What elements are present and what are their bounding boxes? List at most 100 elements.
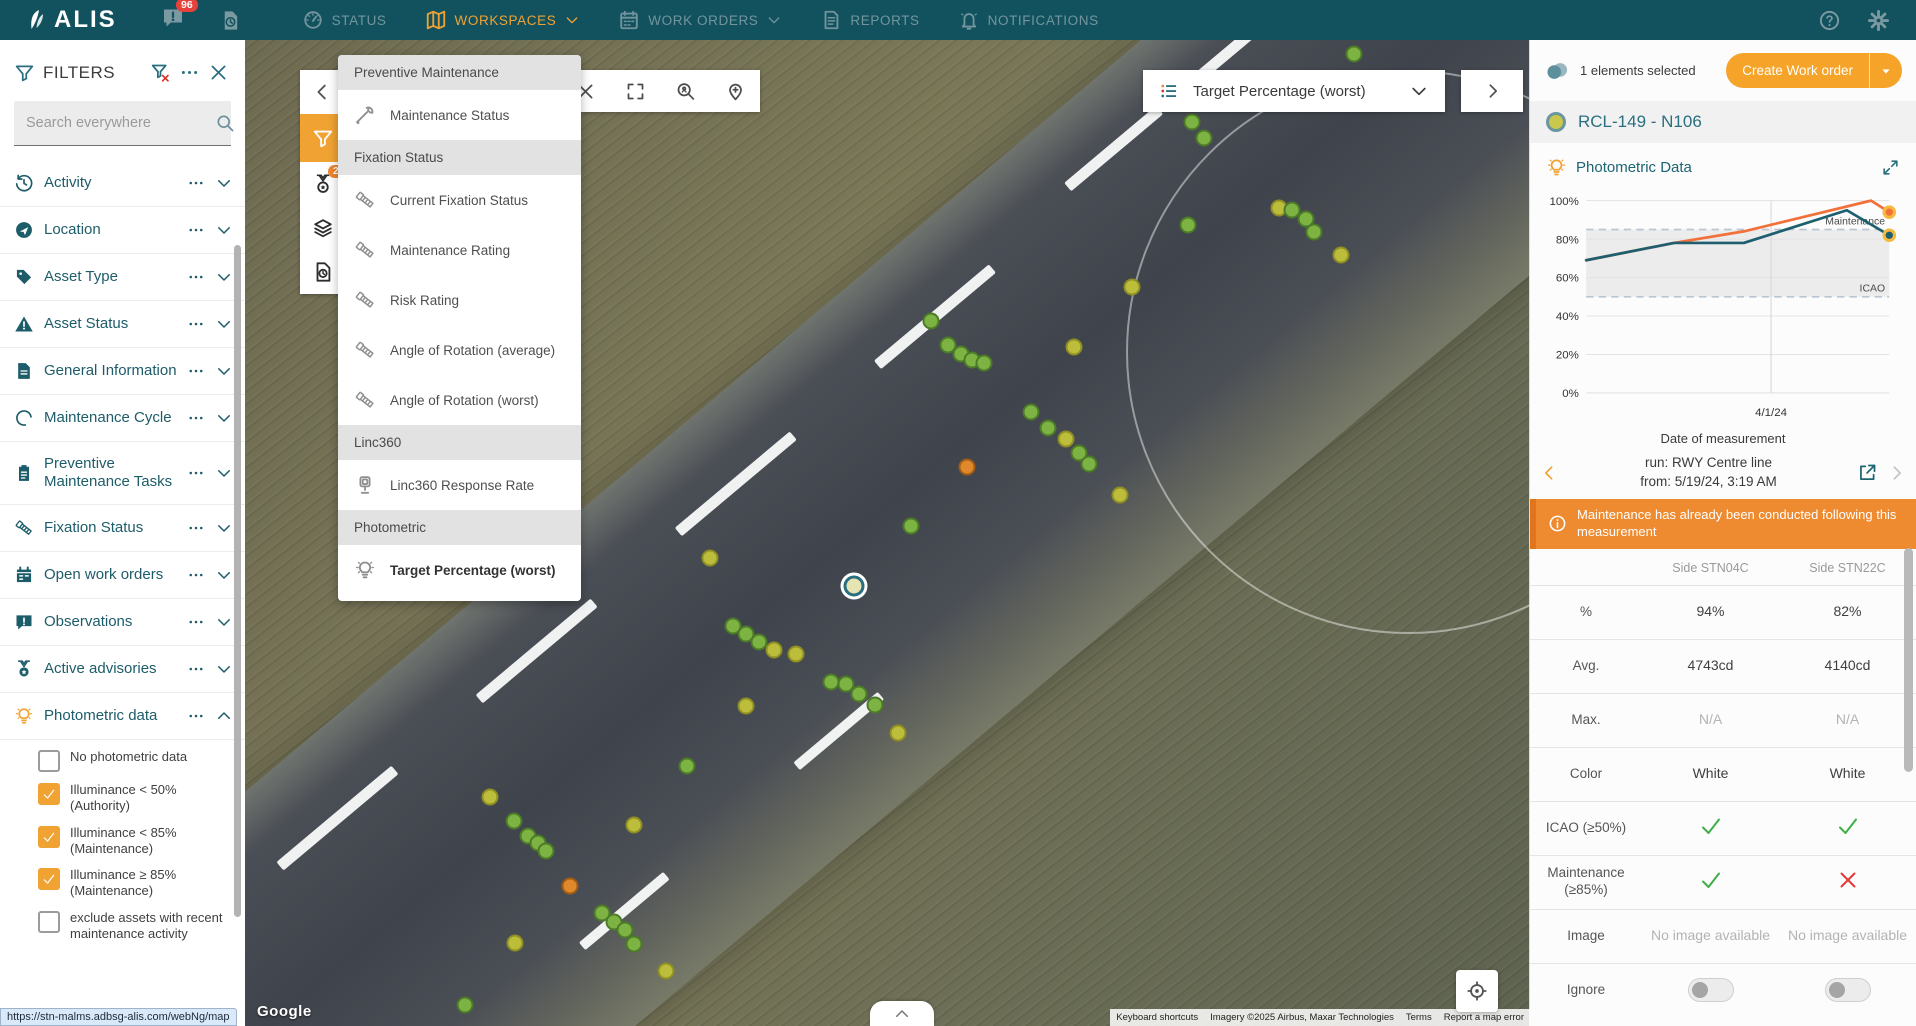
asset-dot-green[interactable] xyxy=(626,936,643,953)
dropdown-item-linc360-response-rate[interactable]: Linc360 Response Rate xyxy=(338,460,581,510)
asset-dot-olive[interactable] xyxy=(889,725,906,742)
map-mode-selector[interactable]: Target Percentage (worst) xyxy=(1143,70,1445,112)
asset-dot-olive[interactable] xyxy=(1123,278,1140,295)
asset-dot-green[interactable] xyxy=(1184,113,1201,130)
dropdown-item-maintenance-rating[interactable]: Maintenance Rating xyxy=(338,225,581,275)
map-canvas[interactable]: 2 Preventive MaintenanceMaintenance Stat… xyxy=(245,40,1530,1026)
asset-dot-green[interactable] xyxy=(537,843,554,860)
scheduled-report-icon[interactable] xyxy=(219,9,242,32)
help-icon[interactable] xyxy=(1818,9,1841,32)
ellipsis-icon[interactable] xyxy=(187,315,205,333)
checkbox[interactable] xyxy=(38,750,60,772)
checkbox[interactable] xyxy=(38,911,60,933)
attribution-terms[interactable]: Terms xyxy=(1400,1009,1438,1026)
attribution-keyboard-shortcuts[interactable]: Keyboard shortcuts xyxy=(1110,1009,1204,1026)
filter-option-no-photometric-data[interactable]: No photometric data xyxy=(38,744,235,777)
nav-item-workspaces[interactable]: WORKSPACES xyxy=(425,9,581,31)
dropdown-item-current-fixation-status[interactable]: Current Fixation Status xyxy=(338,175,581,225)
create-work-order-button[interactable]: Create Work order xyxy=(1726,53,1902,88)
asset-dot-green[interactable] xyxy=(1195,129,1212,146)
asset-dot-green[interactable] xyxy=(975,355,992,372)
asset-dot-green[interactable] xyxy=(866,696,883,713)
asset-dot-olive[interactable] xyxy=(1065,338,1082,355)
clear-filters-icon[interactable] xyxy=(150,62,171,83)
asset-dot-orange[interactable] xyxy=(959,458,976,475)
nav-item-work-orders[interactable]: WORK ORDERS xyxy=(618,9,782,31)
asset-dot-green[interactable] xyxy=(1345,45,1362,62)
filters-menu-icon[interactable] xyxy=(179,62,200,83)
ellipsis-icon[interactable] xyxy=(187,707,205,725)
create-work-order-caret[interactable] xyxy=(1870,53,1902,88)
asset-dot-green[interactable] xyxy=(1081,455,1098,472)
asset-dot-green[interactable] xyxy=(1180,217,1197,234)
filter-group-photometric-data[interactable]: Photometric data xyxy=(0,693,245,740)
filter-group-activity[interactable]: Activity xyxy=(0,160,245,207)
asset-dot-olive[interactable] xyxy=(702,549,719,566)
ignore-toggle[interactable] xyxy=(1688,978,1734,1002)
filter-group-fixation-status[interactable]: Fixation Status xyxy=(0,505,245,552)
chev-down-icon[interactable] xyxy=(215,268,233,286)
selected-asset-row[interactable]: RCL-149 - N106 xyxy=(1530,101,1916,143)
bottom-drawer-handle[interactable] xyxy=(870,1001,934,1026)
chev-down-icon[interactable] xyxy=(215,519,233,537)
asset-dot-olive[interactable] xyxy=(766,642,783,659)
filter-group-preventive-maintenance-tasks[interactable]: Preventive Maintenance Tasks xyxy=(0,442,245,505)
open-measurement-icon[interactable] xyxy=(1857,462,1878,483)
asset-dot-olive[interactable] xyxy=(788,646,805,663)
filter-group-maintenance-cycle[interactable]: Maintenance Cycle xyxy=(0,395,245,442)
asset-dot-olive[interactable] xyxy=(738,697,755,714)
asset-dot-olive[interactable] xyxy=(626,816,643,833)
ignore-toggle[interactable] xyxy=(1825,978,1871,1002)
asset-dot-olive[interactable] xyxy=(482,789,499,806)
asset-dot-green[interactable] xyxy=(1306,224,1323,241)
asset-dot-green[interactable] xyxy=(1023,403,1040,420)
asset-dot-olive[interactable] xyxy=(506,935,523,952)
asset-dot-green[interactable] xyxy=(679,757,696,774)
asset-dot-green[interactable] xyxy=(822,673,839,690)
my-location-button[interactable] xyxy=(1456,970,1498,1012)
asset-dot-olive[interactable] xyxy=(1058,431,1075,448)
chev-down-icon[interactable] xyxy=(215,315,233,333)
filter-group-general-information[interactable]: General Information xyxy=(0,348,245,395)
search-location-icon[interactable] xyxy=(675,81,696,102)
checkbox[interactable] xyxy=(38,826,60,848)
attribution-imagery-2025-airbus-maxar-technologies[interactable]: Imagery ©2025 Airbus, Maxar Technologies xyxy=(1204,1009,1400,1026)
ellipsis-icon[interactable] xyxy=(187,519,205,537)
asset-dot-orange[interactable] xyxy=(562,877,579,894)
asset-dot-green[interactable] xyxy=(902,518,919,535)
create-work-order-label[interactable]: Create Work order xyxy=(1726,53,1870,88)
chev-down-icon[interactable] xyxy=(215,409,233,427)
search-icon[interactable] xyxy=(215,113,235,133)
ellipsis-icon[interactable] xyxy=(187,409,205,427)
filter-group-open-work-orders[interactable]: Open work orders xyxy=(0,552,245,599)
dropdown-item-angle-of-rotation-average[interactable]: Angle of Rotation (average) xyxy=(338,325,581,375)
filter-option-exclude-assets-with-recent-maintenance-activity[interactable]: exclude assets with recent maintenance a… xyxy=(38,905,235,948)
ellipsis-icon[interactable] xyxy=(187,362,205,380)
ellipsis-icon[interactable] xyxy=(187,566,205,584)
nav-item-notifications[interactable]: NOTIFICATIONS xyxy=(958,9,1099,31)
checkbox[interactable] xyxy=(38,868,60,890)
close-filters-icon[interactable] xyxy=(208,62,229,83)
ellipsis-icon[interactable] xyxy=(187,221,205,239)
ellipsis-icon[interactable] xyxy=(187,174,205,192)
expand-icon[interactable] xyxy=(1881,158,1900,177)
next-measurement-icon[interactable] xyxy=(1886,463,1906,483)
filters-scrollbar[interactable] xyxy=(234,245,241,917)
chev-down-icon[interactable] xyxy=(215,613,233,631)
search-input[interactable] xyxy=(24,114,215,132)
asset-dot-olive[interactable] xyxy=(658,962,675,979)
filter-option-illuminance-85-maintenance[interactable]: Illuminance ≥ 85% (Maintenance) xyxy=(38,862,235,905)
fullscreen-icon[interactable] xyxy=(625,81,646,102)
messages-button[interactable]: 96 xyxy=(161,6,185,35)
chev-down-icon[interactable] xyxy=(215,660,233,678)
chev-down-icon[interactable] xyxy=(215,174,233,192)
search-box[interactable] xyxy=(14,101,231,146)
asset-dot-green[interactable] xyxy=(1040,420,1057,437)
dropdown-item-target-percentage-worst[interactable]: Target Percentage (worst) xyxy=(338,545,581,595)
filter-group-asset-status[interactable]: Asset Status xyxy=(0,301,245,348)
chev-down-icon[interactable] xyxy=(215,221,233,239)
asset-dot-green[interactable] xyxy=(751,634,768,651)
chev-up-icon[interactable] xyxy=(215,707,233,725)
gear-icon[interactable] xyxy=(1867,9,1890,32)
ellipsis-icon[interactable] xyxy=(187,268,205,286)
